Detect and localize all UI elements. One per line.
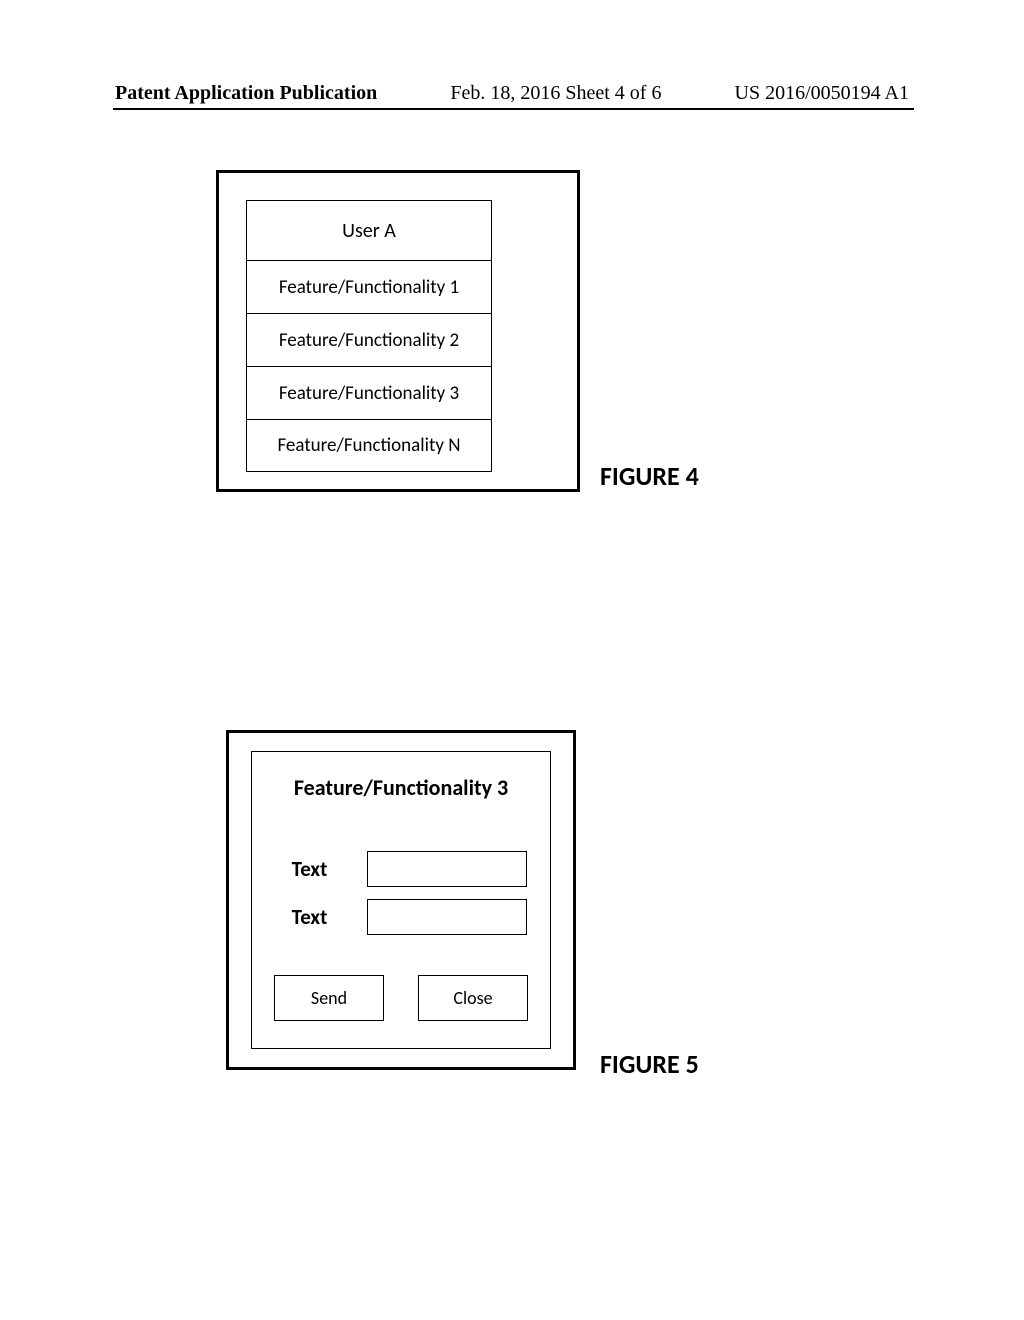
figure4-feature-row: Feature/Functionality 1 (247, 260, 491, 313)
header-divider (113, 108, 914, 110)
figure5-field-label: Text (252, 904, 367, 930)
header-center-text: Feb. 18, 2016 Sheet 4 of 6 (450, 82, 661, 105)
page-header: Patent Application Publication Feb. 18, … (0, 82, 1024, 105)
figure4-feature-row: Feature/Functionality 2 (247, 313, 491, 366)
figure5-form: Text Text (252, 851, 550, 935)
close-button-label: Close (453, 987, 492, 1009)
figure4-device-frame: User A Feature/Functionality 1 Feature/F… (216, 170, 580, 492)
figure5-text-input[interactable] (367, 851, 527, 887)
figure5-button-row: Send Close (252, 975, 550, 1021)
figure4-list: User A Feature/Functionality 1 Feature/F… (246, 200, 492, 472)
figure5-title: Feature/Functionality 3 (252, 774, 550, 801)
figure4-user-row: User A (247, 200, 491, 260)
figure5-field-label: Text (252, 856, 367, 882)
figure4-row-label: Feature/Functionality 2 (279, 329, 459, 352)
figure5-device-frame: Feature/Functionality 3 Text Text Send C… (226, 730, 576, 1070)
figure5-caption: FIGURE 5 (600, 1048, 699, 1080)
header-right-text: US 2016/0050194 A1 (735, 82, 909, 105)
close-button[interactable]: Close (418, 975, 528, 1021)
figure4-row-label: Feature/Functionality 3 (279, 382, 459, 405)
figure4-feature-row: Feature/Functionality 3 (247, 366, 491, 419)
figure4-row-label: Feature/Functionality N (277, 434, 460, 457)
figure4-caption: FIGURE 4 (600, 460, 699, 492)
header-left-text: Patent Application Publication (115, 82, 377, 105)
figure4-row-label: Feature/Functionality 1 (279, 276, 459, 299)
figure5-panel: Feature/Functionality 3 Text Text Send C… (251, 751, 551, 1049)
figure4-row-label: User A (342, 219, 396, 243)
figure5-field-row: Text (252, 851, 550, 887)
figure4-feature-row: Feature/Functionality N (247, 419, 491, 472)
figure5-text-input[interactable] (367, 899, 527, 935)
send-button[interactable]: Send (274, 975, 384, 1021)
figure5-field-row: Text (252, 899, 550, 935)
send-button-label: Send (311, 987, 347, 1009)
